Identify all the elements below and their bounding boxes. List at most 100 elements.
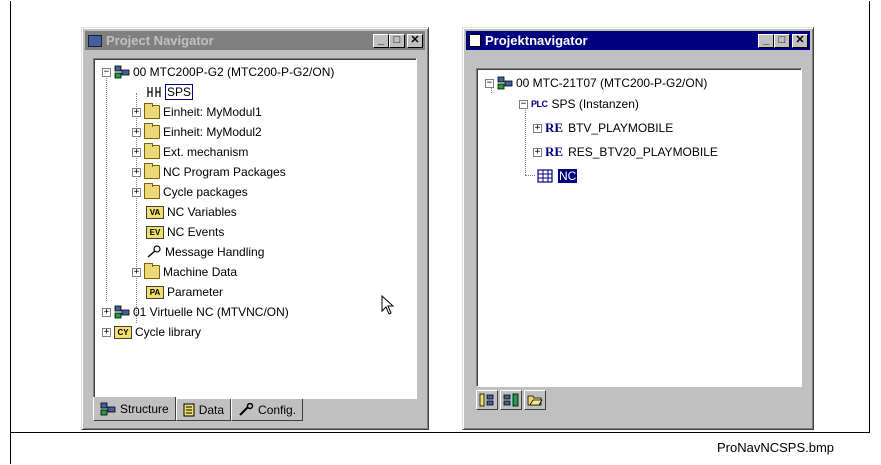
tree-node-cycle-packages[interactable]: + Cycle packages: [132, 183, 248, 201]
message-icon: [147, 245, 161, 258]
tree-node-label: 01 Virtuelle NC (MTVNC/ON): [133, 305, 289, 319]
nc-table-icon: [537, 169, 553, 183]
title-bar[interactable]: Project Navigator _ □ ✕: [85, 31, 425, 50]
collapse-toggle[interactable]: −: [519, 99, 528, 109]
expand-toggle[interactable]: +: [132, 167, 141, 177]
frame-right-line: [869, 1, 870, 432]
re-icon: RE: [545, 144, 564, 159]
expand-toggle[interactable]: +: [102, 307, 111, 317]
tab-config[interactable]: Config.: [231, 399, 304, 421]
open-folder-button[interactable]: [524, 390, 546, 410]
window-title: Project Navigator: [106, 33, 214, 48]
tree-node-label: NC Program Packages: [163, 165, 286, 179]
tab-data[interactable]: Data: [175, 399, 232, 421]
tree-node-label: NC Events: [167, 225, 225, 239]
tree-node-nc[interactable]: NC: [535, 167, 578, 185]
tree-node-message-handling[interactable]: Message Handling: [146, 243, 264, 261]
frame-left-line: [10, 1, 11, 464]
tab-structure[interactable]: Structure: [93, 397, 176, 421]
folder-icon: [144, 123, 160, 139]
package-folder-icon: [144, 163, 160, 179]
tree-node-nc-variables[interactable]: VA NC Variables: [146, 203, 237, 221]
plc-icon: [114, 305, 130, 319]
app-icon: [469, 34, 481, 47]
window-title: Projektnavigator: [485, 33, 588, 48]
tree-node-label: NC: [558, 169, 578, 183]
tree-line: [525, 103, 526, 175]
tree-node-sps[interactable]: SPS: [146, 83, 194, 101]
app-icon: [88, 34, 102, 47]
cy-icon: CY: [114, 325, 132, 339]
tree-node-label: NC Variables: [167, 205, 237, 219]
tree-node-label: RES_BTV20_PLAYMOBILE: [568, 145, 718, 159]
expand-toggle[interactable]: +: [132, 187, 141, 197]
tree-node-label: 00 MTC200P-G2 (MTC200-P-G2/ON): [133, 65, 335, 79]
expand-toggle[interactable]: +: [132, 127, 141, 137]
tree-node-modul2[interactable]: + Einheit: MyModul2: [132, 123, 262, 141]
plc-icon: [114, 65, 130, 79]
tab-label: Config.: [258, 402, 297, 417]
tree-node-label: BTV_PLAYMOBILE: [568, 121, 674, 135]
tree-node-ext-mechanism[interactable]: + Ext. mechanism: [132, 143, 248, 161]
expand-toggle[interactable]: +: [102, 327, 111, 337]
tree-node-label: Einheit: MyModul1: [163, 105, 262, 119]
tree-node-parameter[interactable]: PA Parameter: [146, 283, 223, 301]
tree-node-label: SPS (Instanzen): [551, 97, 639, 111]
ev-icon: EV: [146, 225, 164, 239]
view-tabs: Structure Data Config.: [93, 397, 304, 421]
tree-node-machine-data[interactable]: + Machine Data: [132, 263, 237, 281]
tree-node-modul1[interactable]: + Einheit: MyModul1: [132, 103, 262, 121]
tree-node-res-btv20-playmobile[interactable]: + RE RES_BTV20_PLAYMOBILE: [533, 143, 718, 161]
tab-label: Data: [198, 402, 225, 417]
expand-toggle[interactable]: +: [533, 123, 542, 133]
tree-node-btv-playmobile[interactable]: + RE BTV_PLAYMOBILE: [533, 119, 673, 137]
tree-node-label: Machine Data: [163, 265, 238, 279]
close-button[interactable]: ✕: [407, 33, 423, 48]
tree-node-nc-events[interactable]: EV NC Events: [146, 223, 224, 241]
maximize-button[interactable]: □: [774, 33, 790, 48]
tree-node-label: Cycle packages: [163, 185, 248, 199]
data-view-icon: [503, 393, 519, 407]
plc-icon: [497, 76, 513, 90]
data-view-button[interactable]: [500, 390, 522, 410]
data-icon: [183, 403, 195, 416]
minimize-button[interactable]: _: [758, 33, 774, 48]
maximize-button[interactable]: □: [389, 33, 405, 48]
plc-icon: PLC: [531, 99, 548, 109]
expand-toggle[interactable]: +: [132, 267, 141, 277]
frame-bottom-line: [10, 432, 870, 433]
tree-line: [106, 71, 107, 301]
tree-node-root[interactable]: − 00 MTC-21T07 (MTC200-P-G2/ON): [485, 74, 707, 92]
folder-icon: [144, 103, 160, 119]
structure-icon: [100, 402, 116, 415]
expand-toggle[interactable]: +: [533, 147, 542, 157]
toolbar: [476, 390, 548, 410]
collapse-toggle[interactable]: −: [485, 78, 494, 88]
tree-node-virtual-nc[interactable]: + 01 Virtuelle NC (MTVNC/ON): [102, 303, 289, 321]
tree-node-label: Cycle library: [135, 325, 202, 339]
structure-view-icon: [479, 393, 494, 407]
expand-toggle[interactable]: +: [132, 147, 141, 157]
re-icon: RE: [545, 120, 564, 135]
minimize-button[interactable]: _: [373, 33, 389, 48]
collapse-toggle[interactable]: −: [102, 67, 111, 77]
tree-node-cycle-library[interactable]: + CY Cycle library: [102, 323, 201, 341]
structure-view-button[interactable]: [476, 390, 498, 410]
title-bar[interactable]: Projektnavigator _ □ ✕: [466, 31, 810, 50]
tree-node-nc-program-packages[interactable]: + NC Program Packages: [132, 163, 286, 181]
tree-node-label: Einheit: MyModul2: [163, 125, 262, 139]
pa-icon: PA: [146, 285, 164, 299]
project-tree[interactable]: − 00 MTC200P-G2 (MTC200-P-G2/ON) SPS + E…: [93, 58, 417, 399]
folder-icon: [144, 263, 160, 279]
close-button[interactable]: ✕: [792, 33, 808, 48]
open-folder-icon: [527, 395, 543, 406]
expand-toggle[interactable]: +: [132, 107, 141, 117]
folder-icon: [144, 143, 160, 159]
sps-icon: [147, 87, 161, 97]
tree-node-root[interactable]: − 00 MTC200P-G2 (MTC200-P-G2/ON): [102, 63, 334, 81]
tree-node-label: Message Handling: [165, 245, 265, 259]
projektnavigator-window: Projektnavigator _ □ ✕ − 00 MTC-21T07 (M…: [462, 27, 814, 430]
project-tree[interactable]: − 00 MTC-21T07 (MTC200-P-G2/ON) − PLC SP…: [476, 68, 802, 387]
wrench-icon: [239, 402, 254, 416]
tree-node-sps-instanzen[interactable]: − PLC SPS (Instanzen): [519, 95, 639, 113]
